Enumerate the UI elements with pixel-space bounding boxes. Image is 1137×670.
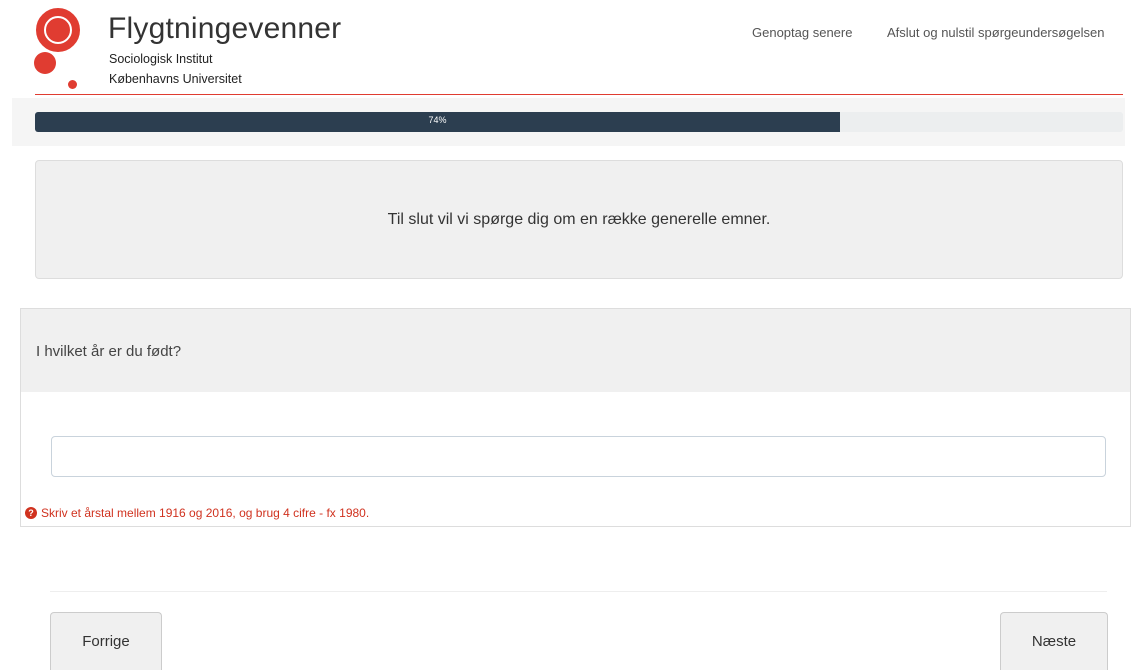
header: Flygtningevenner Sociologisk Institut Kø… <box>0 0 1137 96</box>
brand-title: Flygtningevenner <box>108 12 342 45</box>
quit-and-reset-link[interactable]: Afslut og nulstil spørgeundersøgelsen <box>887 25 1105 40</box>
intro-panel: Til slut vil vi spørge dig om en række g… <box>35 160 1123 279</box>
resume-later-link[interactable]: Genoptag senere <box>752 25 852 40</box>
logo-dot-large <box>34 52 56 74</box>
progress-bar: 74% <box>35 112 1123 132</box>
previous-button[interactable]: Forrige <box>50 612 162 670</box>
brand-subtitle-institute: Sociologisk Institut <box>109 52 213 66</box>
header-divider <box>35 94 1123 95</box>
question-panel: I hvilket år er du født? ? Skriv et årst… <box>20 308 1131 527</box>
footer-divider <box>50 591 1107 592</box>
brand-subtitle-university: Københavns Universitet <box>109 72 242 86</box>
intro-text: Til slut vil vi spørge dig om en række g… <box>387 210 771 228</box>
next-button[interactable]: Næste <box>1000 612 1108 670</box>
progress-fill: 74% <box>35 112 841 132</box>
question-circle-icon: ? <box>25 507 37 519</box>
question-header: I hvilket år er du født? <box>21 309 1130 392</box>
progress-label: 74% <box>428 115 447 125</box>
birth-year-input[interactable] <box>51 436 1106 477</box>
university-seal-icon <box>36 8 80 52</box>
logo-dot-small <box>68 80 77 89</box>
validation-message: ? Skriv et årstal mellem 1916 og 2016, o… <box>25 506 369 520</box>
validation-text: Skriv et årstal mellem 1916 og 2016, og … <box>41 506 370 520</box>
question-text: I hvilket år er du født? <box>36 343 182 360</box>
